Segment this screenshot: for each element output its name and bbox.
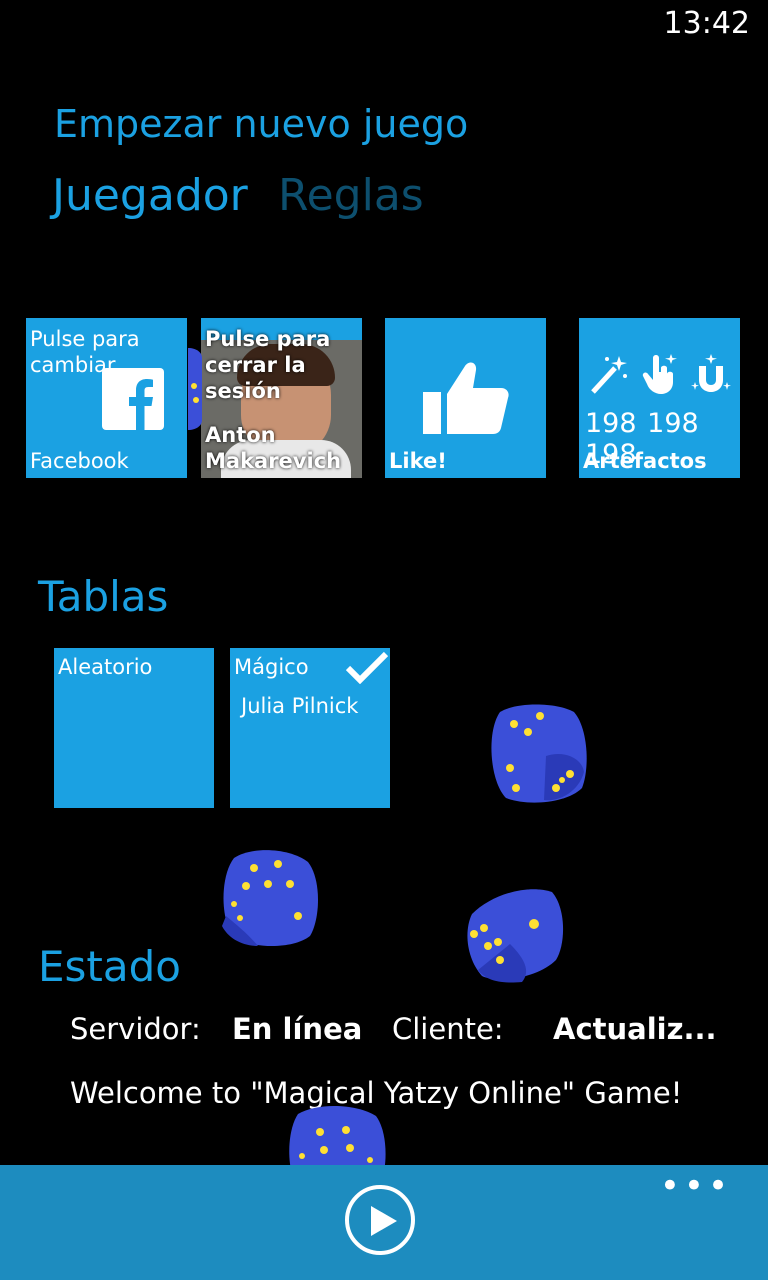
table-tile-magico[interactable]: Mágico Julia Pilnick <box>230 648 390 808</box>
status-time: 13:42 <box>663 6 750 41</box>
profile-top-text: Pulse para cerrar la sesión <box>205 327 331 403</box>
table-owner: Julia Pilnick <box>241 694 359 718</box>
tab-juegador[interactable]: Juegador <box>52 170 248 221</box>
play-button[interactable] <box>345 1185 415 1255</box>
client-label: Cliente: <box>392 1012 504 1046</box>
facebook-top-text: Pulse para cambiar <box>30 327 140 377</box>
profile-tile[interactable]: Pulse para cerrar la sesión Anton Makare… <box>201 318 362 478</box>
magnet-icon <box>691 354 731 392</box>
server-value: En línea <box>232 1012 363 1046</box>
tables-title: Tablas <box>38 572 169 621</box>
server-label: Servidor: <box>70 1012 201 1046</box>
die-icon <box>467 889 564 983</box>
tap-hand-icon <box>642 354 677 394</box>
app-title: Empezar nuevo juego <box>54 102 469 146</box>
artifacts-label: Artefactos <box>583 449 707 473</box>
magic-wand-icon <box>591 356 627 394</box>
play-icon <box>371 1206 397 1236</box>
like-thumb-icon <box>423 362 509 434</box>
die-icon <box>491 704 587 803</box>
table-tile-aleatorio[interactable]: Aleatorio <box>54 648 214 808</box>
wand-count: 198 <box>585 408 637 439</box>
state-title: Estado <box>38 942 181 991</box>
like-tile[interactable]: Like! <box>385 318 546 478</box>
tab-reglas[interactable]: Reglas <box>278 170 424 221</box>
die-icon <box>188 348 202 430</box>
table-label: Mágico <box>234 655 309 679</box>
die-icon <box>222 850 318 946</box>
facebook-label: Facebook <box>30 449 129 473</box>
more-dots-icon[interactable]: ••• <box>660 1169 732 1203</box>
artifacts-tile[interactable]: 198 198 198 Artefactos <box>579 318 740 478</box>
like-label: Like! <box>389 449 447 473</box>
checkmark-icon <box>346 651 388 684</box>
table-label: Aleatorio <box>58 655 153 679</box>
tap-count: 198 <box>647 408 699 439</box>
client-value: Actualiz... <box>553 1012 717 1046</box>
facebook-tile[interactable]: Pulse para cambiar Facebook <box>26 318 187 478</box>
profile-name: Anton Makarevich <box>205 423 342 473</box>
